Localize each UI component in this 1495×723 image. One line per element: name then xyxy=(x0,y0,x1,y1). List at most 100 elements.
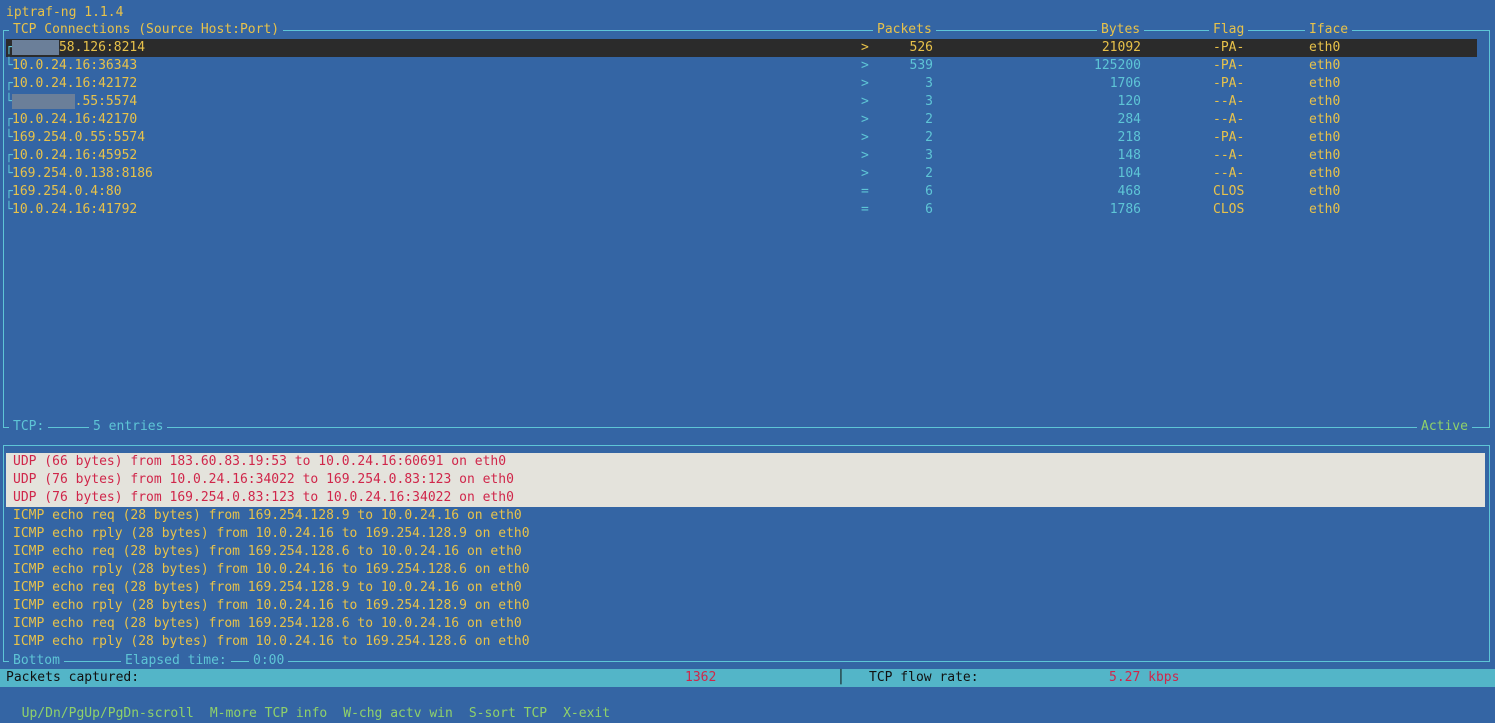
tcp-connection-row[interactable]: └ 10.0.24.16:41792 = 6 1786 CLOS eth0 xyxy=(5,201,1477,219)
byte-count: 104 xyxy=(1117,166,1141,181)
tcp-footer-label: TCP: xyxy=(9,418,49,436)
header-bytes: Bytes xyxy=(1097,21,1145,39)
byte-count: 284 xyxy=(1117,112,1141,127)
interface: eth0 xyxy=(1309,130,1341,145)
elapsed-time-value: 0:00 xyxy=(249,652,289,670)
packet-entry: ICMP echo req (28 bytes) from 169.254.12… xyxy=(13,544,522,559)
elapsed-time-label: Elapsed time: xyxy=(121,652,231,670)
packets-captured-value: 1362 xyxy=(685,670,717,685)
source-host-port: 10.0.24.16:45952 xyxy=(12,148,138,163)
status-separator: │ xyxy=(837,670,845,685)
redacted-host: xxx.xxx. xyxy=(12,94,75,109)
tcp-connection-row[interactable]: └ 169.254.0.55:5574 >2 218 -PA-eth0 xyxy=(5,129,1477,147)
other-window-left-border xyxy=(3,445,4,661)
interface: eth0 xyxy=(1309,202,1341,217)
source-host-port: 10.0.24.16:41792 xyxy=(12,202,138,217)
direction: > xyxy=(861,148,869,163)
tcp-connection-row[interactable]: ┌ 10.0.24.16:42170 >2 284 --A-eth0 xyxy=(5,111,1477,129)
key-scroll[interactable]: Up/Dn/PgUp/PgDn-scroll xyxy=(22,706,194,721)
packet-count: 2 xyxy=(925,166,933,181)
packet-entry: ICMP echo req (28 bytes) from 169.254.12… xyxy=(13,508,522,523)
direction: = xyxy=(861,184,869,199)
byte-count: 120 xyxy=(1117,94,1141,109)
tcp-connection-row[interactable]: └xxx.xxx..55:5574>3120--A-eth0 xyxy=(5,93,1477,111)
interface: eth0 xyxy=(1309,148,1341,163)
app-title: iptraf-ng 1.1.4 xyxy=(6,5,124,20)
interface: eth0 xyxy=(1309,76,1341,91)
tcp-connection-row[interactable]: ┌ 10.0.24.16:45952 >3 148 --A-eth0 xyxy=(5,147,1477,165)
key-sort-tcp[interactable]: S-sort TCP xyxy=(469,706,547,721)
tcp-flag: -PA- xyxy=(1213,76,1245,91)
header-flag: Flag xyxy=(1209,21,1249,39)
interface: eth0 xyxy=(1309,94,1341,109)
byte-count: 148 xyxy=(1117,148,1141,163)
other-window-right-border xyxy=(1489,445,1490,661)
interface: eth0 xyxy=(1309,40,1341,55)
packets-captured-label: Packets captured: xyxy=(6,670,140,685)
tcp-entries-count: 5 entries xyxy=(89,418,168,436)
tcp-flag: -PA- xyxy=(1213,40,1245,55)
tcp-window-bottom-border xyxy=(3,427,1490,428)
header-packets: Packets xyxy=(873,21,936,39)
direction: > xyxy=(861,112,869,127)
packet-entry: UDP (66 bytes) from 183.60.83.19:53 to 1… xyxy=(13,454,507,469)
tcp-flag: CLOS xyxy=(1213,202,1245,217)
interface: eth0 xyxy=(1309,184,1341,199)
status-bar: Packets captured: 1362 │ TCP flow rate: … xyxy=(0,669,1495,687)
interface: eth0 xyxy=(1309,166,1341,181)
byte-count: 1706 xyxy=(1109,76,1141,91)
byte-count: 218 xyxy=(1117,130,1141,145)
interface: eth0 xyxy=(1309,58,1341,73)
key-help-bar: Up/Dn/PgUp/PgDn-scroll M-more TCP info W-c… xyxy=(6,687,626,723)
tcp-flag: -PA- xyxy=(1213,58,1245,73)
flow-rate-label: TCP flow rate: xyxy=(869,670,979,685)
tcp-connection-row[interactable]: └ 169.254.0.138:8186 >2 104 --A-eth0 xyxy=(5,165,1477,183)
key-change-active-window[interactable]: W-chg actv win xyxy=(343,706,453,721)
packet-count: 3 xyxy=(925,76,933,91)
direction: > xyxy=(861,166,869,181)
packet-count: 526 xyxy=(909,40,933,55)
byte-count: 1786 xyxy=(1109,202,1141,217)
tcp-connection-row[interactable]: ┌ 169.254.0.4:80 = 6 468 CLOS eth0 xyxy=(5,183,1477,201)
tcp-flag: --A- xyxy=(1213,166,1245,181)
scroll-position: Bottom xyxy=(9,652,64,670)
packet-entry: ICMP echo req (28 bytes) from 169.254.12… xyxy=(13,580,522,595)
direction: > xyxy=(861,130,869,145)
packet-entry: UDP (76 bytes) from 10.0.24.16:34022 to … xyxy=(13,472,514,487)
tcp-connection-row[interactable]: └ 10.0.24.16:36343 >539 125200 -PA-eth0 xyxy=(5,57,1477,75)
packet-entry: UDP (76 bytes) from 169.254.0.83:123 to … xyxy=(13,490,514,505)
source-host-port: 10.0.24.16:42172 xyxy=(12,76,138,91)
packet-entry: ICMP echo rply (28 bytes) from 10.0.24.1… xyxy=(13,562,530,577)
byte-count: 468 xyxy=(1117,184,1141,199)
direction: = xyxy=(861,202,869,217)
source-host-port: xxx.xx58.126:8214 xyxy=(12,39,145,57)
tcp-window-state: Active xyxy=(1417,418,1472,436)
tcp-connection-row[interactable]: ┌xxx.xx58.126:8214>52621092-PA-eth0 xyxy=(5,39,1477,57)
source-host-port: 169.254.0.55:5574 xyxy=(12,130,146,145)
flow-rate-value: 5.27 kbps xyxy=(1109,670,1180,685)
packet-count: 2 xyxy=(925,112,933,127)
other-window-top-border xyxy=(3,445,1490,446)
source-host-port: 169.254.0.138:8186 xyxy=(12,166,153,181)
key-more-tcp-info[interactable]: M-more TCP info xyxy=(210,706,327,721)
packet-count: 6 xyxy=(925,184,933,199)
interface: eth0 xyxy=(1309,112,1341,127)
tcp-connection-row[interactable]: ┌ 10.0.24.16:42172 >3 1706 -PA-eth0 xyxy=(5,75,1477,93)
tcp-flag: --A- xyxy=(1213,148,1245,163)
packet-count: 6 xyxy=(925,202,933,217)
byte-count: 125200 xyxy=(1094,58,1141,73)
header-connections: TCP Connections (Source Host:Port) xyxy=(9,21,284,39)
key-exit[interactable]: X-exit xyxy=(563,706,610,721)
redacted-host: xxx.xx xyxy=(12,40,59,55)
header-iface: Iface xyxy=(1305,21,1353,39)
tcp-flag: --A- xyxy=(1213,94,1245,109)
packet-entry: ICMP echo rply (28 bytes) from 10.0.24.1… xyxy=(13,526,530,541)
packet-count: 539 xyxy=(909,58,933,73)
packet-entry: ICMP echo rply (28 bytes) from 10.0.24.1… xyxy=(13,634,530,649)
packet-count: 2 xyxy=(925,130,933,145)
tcp-flag: --A- xyxy=(1213,112,1245,127)
source-host-port: 169.254.0.4:80 xyxy=(12,184,122,199)
byte-count: 21092 xyxy=(1101,40,1141,55)
tcp-flag: CLOS xyxy=(1213,184,1245,199)
packet-count: 3 xyxy=(925,148,933,163)
